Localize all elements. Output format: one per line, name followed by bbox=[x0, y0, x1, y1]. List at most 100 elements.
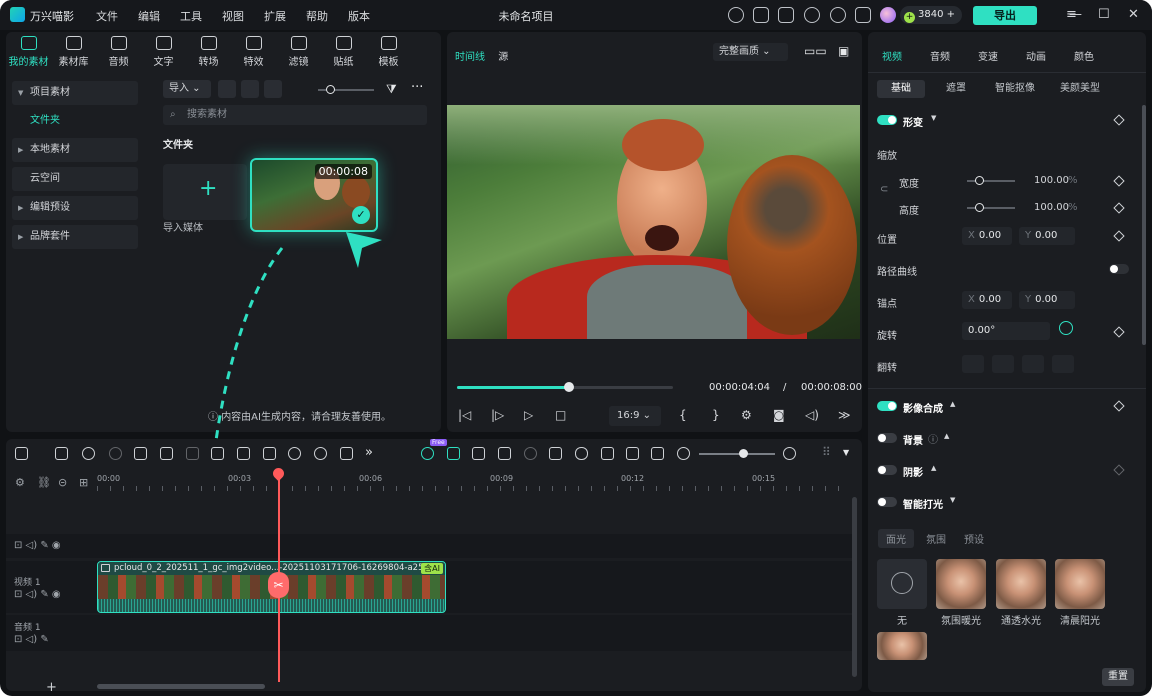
tab-template[interactable]: 模板 bbox=[366, 36, 411, 68]
audio-mixer-icon[interactable] bbox=[601, 447, 614, 460]
shadow-toggle[interactable] bbox=[877, 465, 897, 475]
link-clip-icon[interactable] bbox=[472, 447, 485, 460]
tab-timeline[interactable]: 时间线 bbox=[455, 52, 485, 63]
slider-knob[interactable] bbox=[975, 176, 984, 185]
replace-icon[interactable] bbox=[626, 447, 639, 460]
zoom-out-icon[interactable] bbox=[677, 447, 690, 460]
record-icon[interactable] bbox=[218, 80, 236, 98]
delete-icon[interactable] bbox=[134, 447, 147, 460]
subtab-mask[interactable]: 遮罩 bbox=[946, 80, 966, 98]
timeline-hscroll[interactable] bbox=[97, 684, 265, 689]
height-slider[interactable] bbox=[967, 203, 1015, 212]
magnet-icon[interactable] bbox=[447, 447, 460, 460]
maximize-icon[interactable]: ☐ bbox=[1098, 7, 1110, 22]
width-value[interactable]: 100.00 bbox=[1034, 175, 1069, 186]
export-button[interactable]: 导出 bbox=[973, 6, 1037, 25]
layout-grid-icon[interactable] bbox=[15, 447, 28, 460]
aspect-ratio-dropdown[interactable]: 16:9 ⌄ bbox=[609, 406, 661, 426]
search-input[interactable]: ⌕ 搜索素材 bbox=[163, 105, 427, 125]
text-to-speech-icon[interactable] bbox=[211, 447, 224, 460]
tab-transition[interactable]: 转场 bbox=[186, 36, 231, 68]
undo-icon[interactable] bbox=[82, 447, 95, 460]
mic-icon[interactable] bbox=[241, 80, 259, 98]
render-icon[interactable] bbox=[524, 447, 537, 460]
mic-record-icon[interactable] bbox=[575, 447, 588, 460]
tab-inspector-audio[interactable]: 音频 bbox=[930, 48, 950, 63]
more-icon[interactable]: ··· bbox=[411, 80, 423, 95]
scope-icon[interactable]: ▣ bbox=[838, 44, 849, 58]
thumbnail-size-slider[interactable] bbox=[318, 85, 374, 94]
inspector-scrollbar[interactable] bbox=[1142, 105, 1146, 345]
import-dropdown[interactable]: 导入 ⌄ bbox=[163, 80, 211, 98]
tab-filter[interactable]: 滤镜 bbox=[276, 36, 321, 68]
rotate-dial-icon[interactable] bbox=[1059, 321, 1073, 335]
sidebar-item-brand-kit[interactable]: ▶ 品牌套件 bbox=[12, 225, 138, 249]
rotate-left-icon[interactable] bbox=[1052, 355, 1074, 373]
preview-video[interactable] bbox=[447, 105, 860, 339]
composite-toggle[interactable] bbox=[877, 401, 897, 411]
preset-morning[interactable] bbox=[1055, 559, 1105, 609]
filter-icon-button[interactable]: ⧩ bbox=[386, 82, 397, 97]
grid-apps-icon[interactable] bbox=[855, 7, 871, 23]
minimize-button[interactable]: — bbox=[1069, 7, 1082, 22]
upload-cloud-icon[interactable] bbox=[804, 7, 820, 23]
fit-icon[interactable] bbox=[651, 447, 664, 460]
position-x-field[interactable]: X 0.00 bbox=[962, 227, 1012, 245]
color-palette-icon[interactable] bbox=[314, 447, 327, 460]
timeline-menu-icon[interactable]: ▼ bbox=[843, 448, 849, 457]
shield-icon[interactable] bbox=[549, 447, 562, 460]
slider-knob[interactable] bbox=[975, 203, 984, 212]
flip-vertical-icon[interactable] bbox=[992, 355, 1014, 373]
tab-library[interactable]: 素材库 bbox=[51, 36, 96, 68]
select-tool-icon[interactable] bbox=[55, 447, 68, 460]
track-settings-icon[interactable]: ⚙ bbox=[15, 476, 25, 489]
speed-icon[interactable] bbox=[288, 447, 301, 460]
link-icon[interactable]: ⊂ bbox=[880, 184, 888, 195]
more-tools-icon[interactable]: » bbox=[365, 445, 373, 460]
subtab-basic[interactable]: 基础 bbox=[877, 80, 925, 98]
reset-button[interactable]: 重置 bbox=[1102, 668, 1134, 686]
caret-down-icon[interactable]: ▼ bbox=[950, 496, 955, 504]
preset-more[interactable] bbox=[877, 632, 927, 660]
track-controls[interactable]: ⊡ ◁) ✎ ◉ bbox=[14, 540, 61, 551]
volume-icon[interactable]: ◁) bbox=[805, 408, 819, 422]
cloud-sync-icon[interactable] bbox=[728, 7, 744, 23]
prev-frame-icon[interactable]: |◁ bbox=[458, 408, 471, 422]
zoom-in-icon[interactable] bbox=[783, 447, 796, 460]
tab-animation[interactable]: 动画 bbox=[1026, 48, 1046, 63]
ai-assistant-icon[interactable] bbox=[421, 447, 434, 460]
add-track-icon[interactable]: ⊞ bbox=[79, 476, 88, 489]
transform-toggle[interactable] bbox=[877, 115, 897, 125]
slider-knob[interactable] bbox=[326, 85, 335, 94]
help-icon[interactable]: ⓘ bbox=[928, 431, 938, 446]
tab-my-media[interactable]: 我的素材 bbox=[6, 36, 51, 68]
light-tab-preset[interactable]: 预设 bbox=[964, 531, 984, 546]
audio-detach-icon[interactable] bbox=[186, 447, 199, 460]
flip-horizontal-icon[interactable] bbox=[962, 355, 984, 373]
settings-gear-icon[interactable]: ⚙ bbox=[741, 408, 752, 422]
path-curve-toggle[interactable] bbox=[1109, 264, 1129, 274]
drag-handle-icon[interactable]: ⠿ bbox=[822, 445, 831, 459]
sidebar-item-cloud[interactable]: 云空间 bbox=[12, 167, 138, 191]
height-value[interactable]: 100.00 bbox=[1034, 202, 1069, 213]
crop-icon[interactable] bbox=[237, 447, 250, 460]
preset-none[interactable] bbox=[877, 559, 927, 609]
caret-up-icon[interactable]: ▲ bbox=[944, 432, 949, 440]
mark-in-icon[interactable]: { bbox=[679, 408, 687, 422]
tab-audio[interactable]: 音频 bbox=[96, 36, 141, 68]
timeline-vscroll[interactable] bbox=[852, 497, 857, 677]
stop-icon[interactable]: □ bbox=[555, 408, 566, 422]
import-media-tile[interactable]: + bbox=[163, 164, 247, 220]
video-track-controls[interactable]: ⊡ ◁) ✎ ◉ bbox=[14, 589, 61, 600]
add-track-plus-icon[interactable]: + bbox=[46, 680, 57, 695]
light-tab-ambient[interactable]: 氛围 bbox=[926, 531, 946, 546]
credits-badge[interactable]: +3840 + bbox=[900, 6, 962, 24]
rotate-right-icon[interactable] bbox=[1022, 355, 1044, 373]
headset-icon[interactable] bbox=[830, 7, 846, 23]
close-icon[interactable]: ✕ bbox=[1128, 7, 1139, 22]
anchor-y-field[interactable]: Y 0.00 bbox=[1019, 291, 1075, 309]
timeline-zoom-slider[interactable] bbox=[699, 449, 775, 458]
audio-track-controls[interactable]: ⊡ ◁) ✎ bbox=[14, 634, 49, 645]
tab-effects[interactable]: 特效 bbox=[231, 36, 276, 68]
split-icon[interactable] bbox=[160, 447, 173, 460]
